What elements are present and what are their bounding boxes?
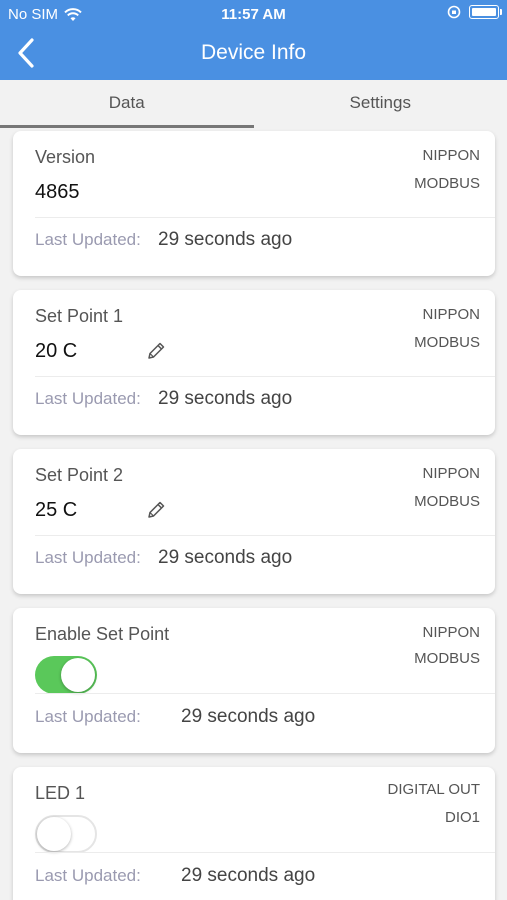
source-type: MODBUS <box>414 650 480 667</box>
source-protocol: NIPPON <box>422 624 480 641</box>
card-value: 4865 <box>35 181 80 203</box>
enable-set-point-toggle[interactable] <box>35 656 97 694</box>
last-updated-label: Last Updated: <box>35 548 141 567</box>
header: No SIM 11:57 AM Device Info <box>0 0 507 80</box>
tab-bar: Data Settings <box>0 80 507 128</box>
card-title: Set Point 2 <box>35 465 124 485</box>
card-enable-set-point: Enable Set Point NIPPON MODBUS Last Upda… <box>13 608 495 753</box>
battery-icon <box>469 5 502 19</box>
divider <box>35 693 495 694</box>
divider <box>35 376 495 377</box>
last-updated-value: 29 seconds ago <box>158 229 293 250</box>
status-right <box>447 5 502 19</box>
card-title: Version <box>35 147 96 167</box>
tab-settings[interactable]: Settings <box>254 80 507 128</box>
divider <box>35 535 495 536</box>
card-set-point-2: Set Point 2 25 C NIPPON MODBUS Last Upda… <box>13 449 495 594</box>
status-bar: No SIM 11:57 AM <box>0 0 507 28</box>
card-title: Enable Set Point <box>35 624 170 644</box>
card-title: Set Point 1 <box>35 306 124 326</box>
card-version: Version 4865 NIPPON MODBUS Last Updated:… <box>13 131 495 276</box>
last-updated-value: 29 seconds ago <box>181 865 316 886</box>
source-protocol: NIPPON <box>422 306 480 323</box>
orientation-lock-icon <box>447 5 461 19</box>
card-value: 20 C <box>35 340 78 362</box>
last-updated-label: Last Updated: <box>35 707 141 726</box>
pencil-icon[interactable] <box>145 340 167 362</box>
toggle-knob <box>37 817 71 851</box>
source-type: MODBUS <box>414 334 480 351</box>
card-title: LED 1 <box>35 783 86 803</box>
divider <box>35 217 495 218</box>
card-set-point-1: Set Point 1 20 C NIPPON MODBUS Last Upda… <box>13 290 495 435</box>
last-updated-label: Last Updated: <box>35 389 141 408</box>
last-updated-value: 29 seconds ago <box>158 547 293 568</box>
source-type: DIO1 <box>444 809 480 826</box>
source-type: MODBUS <box>414 175 480 192</box>
nav-bar: Device Info <box>0 28 507 80</box>
last-updated-value: 29 seconds ago <box>181 706 316 727</box>
page-title: Device Info <box>200 41 307 64</box>
last-updated-value: 29 seconds ago <box>158 388 293 409</box>
status-time: 11:57 AM <box>221 6 286 23</box>
source-protocol: DIGITAL OUT <box>387 781 480 798</box>
source-protocol: NIPPON <box>422 147 480 164</box>
led-1-toggle[interactable] <box>35 815 97 853</box>
divider <box>35 852 495 853</box>
pencil-icon[interactable] <box>145 499 167 521</box>
tab-data[interactable]: Data <box>0 80 254 128</box>
last-updated-label: Last Updated: <box>35 230 141 249</box>
source-protocol: NIPPON <box>422 465 480 482</box>
card-led-1: LED 1 DIGITAL OUT DIO1 Last Updated: 29 … <box>13 767 495 900</box>
card-value: 25 C <box>35 499 78 521</box>
last-updated-label: Last Updated: <box>35 866 141 885</box>
source-type: MODBUS <box>414 493 480 510</box>
toggle-knob <box>61 658 95 692</box>
